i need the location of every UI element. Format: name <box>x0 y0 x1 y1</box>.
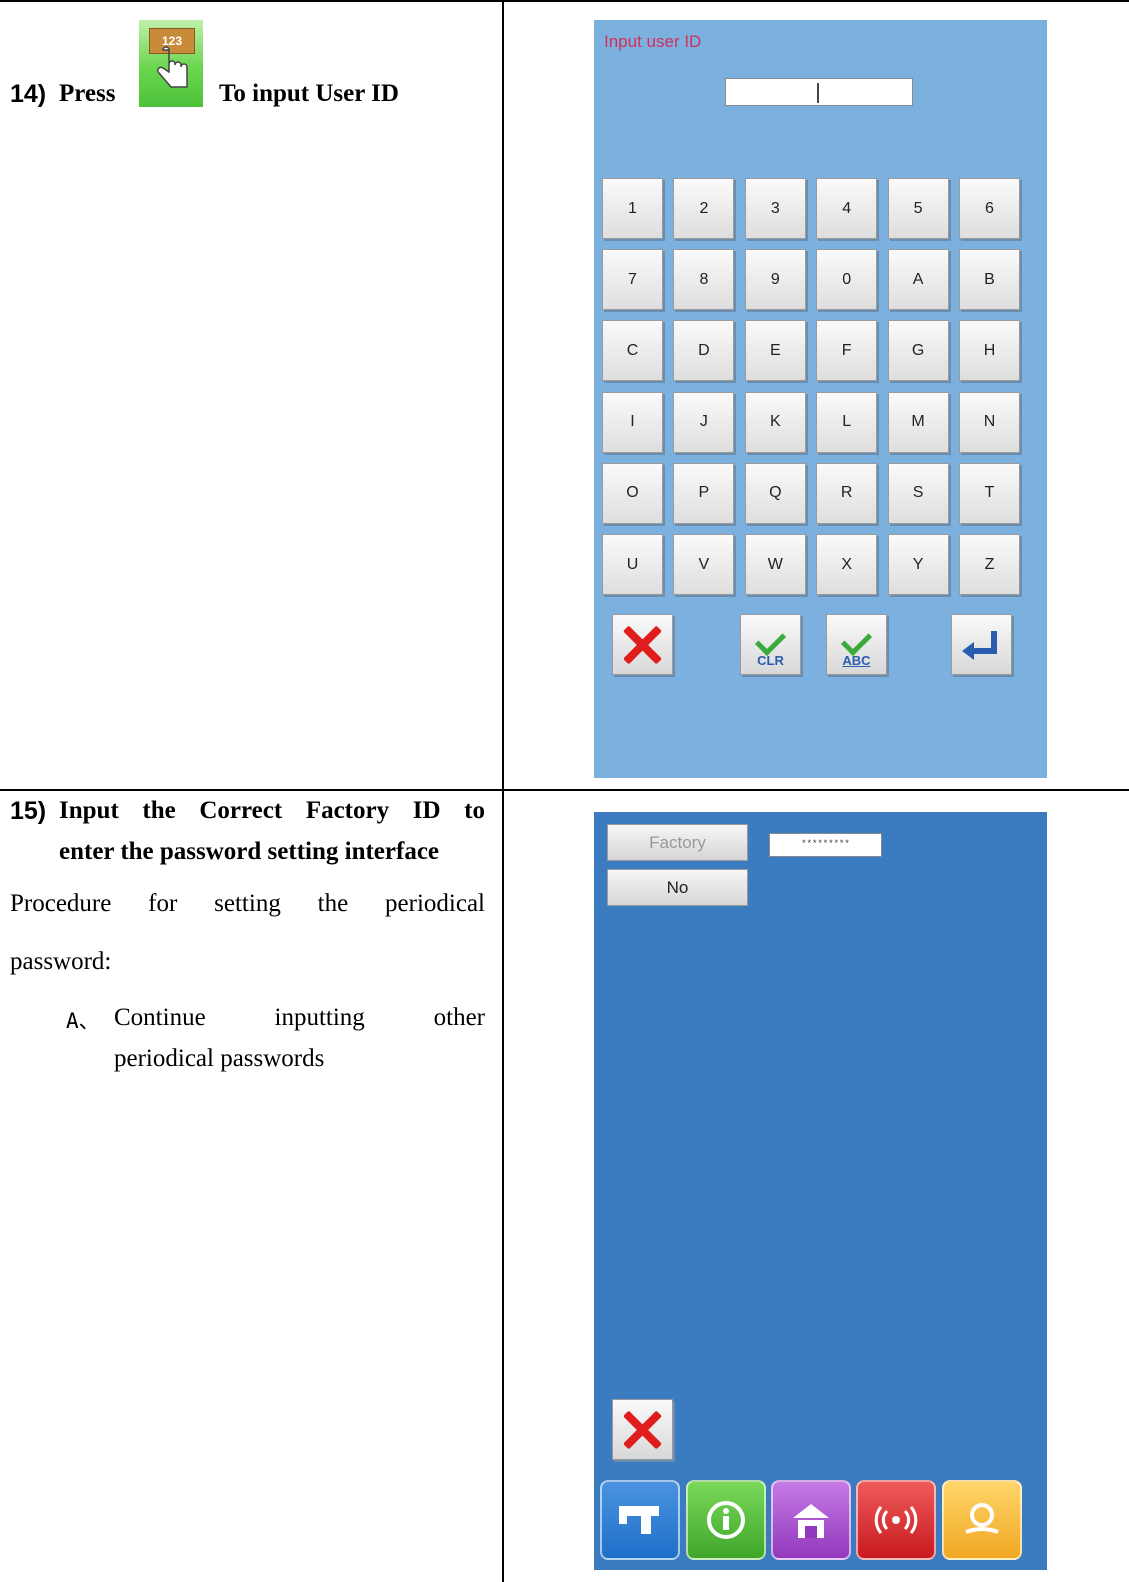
key-m[interactable]: M <box>887 391 949 453</box>
home-tab[interactable] <box>771 1480 851 1560</box>
search-icon <box>965 1503 999 1534</box>
procedure-text-line1: Procedure for setting the periodical <box>10 890 485 917</box>
key-d[interactable]: D <box>673 320 735 382</box>
table-row-divider <box>0 789 1129 791</box>
abc-mode-button[interactable]: ABC <box>826 614 887 675</box>
step-15-heading-line2: enter the password setting interface <box>59 838 440 865</box>
key-y[interactable]: Y <box>887 534 949 595</box>
key-q[interactable]: Q <box>744 462 806 524</box>
key-x[interactable]: X <box>816 534 878 595</box>
key-7[interactable]: 7 <box>602 249 663 311</box>
cancel-button[interactable] <box>612 1399 673 1460</box>
key-2[interactable]: 2 <box>673 178 735 239</box>
enter-icon <box>962 631 997 660</box>
table-border-top <box>0 0 1129 2</box>
wireless-tab[interactable] <box>856 1480 936 1560</box>
key-n[interactable]: N <box>959 391 1020 453</box>
key-r[interactable]: R <box>816 462 878 524</box>
key-1[interactable]: 1 <box>602 178 663 239</box>
key-l[interactable]: L <box>816 391 878 453</box>
search-tab[interactable] <box>942 1480 1022 1560</box>
key-8[interactable]: 8 <box>673 249 735 311</box>
procedure-text-line2: password: <box>10 948 112 975</box>
key-4[interactable]: 4 <box>816 178 878 239</box>
enter-button[interactable] <box>951 614 1012 675</box>
key-0[interactable]: 0 <box>816 249 878 311</box>
key-z[interactable]: Z <box>959 534 1020 595</box>
key-c[interactable]: C <box>602 320 663 382</box>
key-u[interactable]: U <box>602 534 663 595</box>
key-i[interactable]: I <box>602 391 663 453</box>
step-15-heading-line1: Input the Correct Factory ID to <box>59 797 485 824</box>
cancel-button[interactable] <box>612 614 673 675</box>
home-icon <box>793 1504 829 1538</box>
key-o[interactable]: O <box>602 462 663 524</box>
step-14-press: Press <box>59 80 116 107</box>
check-icon <box>754 624 787 657</box>
check-icon <box>840 624 873 657</box>
step-14-instruction: To input User ID <box>219 80 399 107</box>
sewing-machine-tab[interactable] <box>600 1480 680 1560</box>
item-text-line2: periodical passwords <box>114 1045 325 1072</box>
step-15-number: 15) <box>10 797 47 825</box>
key-s[interactable]: S <box>887 462 949 524</box>
key-j[interactable]: J <box>673 391 735 453</box>
screen-title: Input user ID <box>604 32 702 51</box>
key-a[interactable]: A <box>887 249 949 311</box>
item-text-line1: Continue inputting other <box>114 1004 485 1031</box>
step-14-number: 14) <box>10 80 47 108</box>
info-icon <box>707 1501 745 1539</box>
key-h[interactable]: H <box>959 320 1020 382</box>
wireless-icon <box>874 1506 918 1534</box>
text-caret <box>817 83 819 103</box>
key-9[interactable]: 9 <box>744 249 806 311</box>
key-p[interactable]: P <box>673 462 735 524</box>
key-k[interactable]: K <box>744 391 806 453</box>
clear-label: CLR <box>757 653 784 668</box>
item-marker: A、 <box>66 1009 100 1033</box>
key-b[interactable]: B <box>959 249 1020 311</box>
key-3[interactable]: 3 <box>744 178 806 239</box>
key-t[interactable]: T <box>959 462 1020 524</box>
no-button[interactable]: No <box>607 869 748 906</box>
clear-button[interactable]: CLR <box>740 614 801 675</box>
pointing-hand-icon <box>157 46 188 88</box>
input-user-id-screen: Input user ID 1234567890ABCDEFGHIJKLMNOP… <box>594 20 1047 778</box>
user-id-input[interactable] <box>725 78 913 106</box>
info-tab[interactable] <box>686 1480 766 1560</box>
key-w[interactable]: W <box>744 534 806 595</box>
key-f[interactable]: F <box>816 320 878 382</box>
sewing-machine-icon <box>619 1506 659 1534</box>
green-press-icon: 123 <box>139 20 203 107</box>
key-6[interactable]: 6 <box>959 178 1020 239</box>
abc-label: ABC <box>842 653 871 668</box>
key-g[interactable]: G <box>887 320 949 382</box>
key-5[interactable]: 5 <box>887 178 949 239</box>
key-e[interactable]: E <box>744 320 806 382</box>
key-v[interactable]: V <box>673 534 735 595</box>
factory-password-field[interactable]: ********* <box>769 833 882 857</box>
table-column-divider <box>502 0 504 1582</box>
factory-button[interactable]: Factory <box>607 824 748 861</box>
password-setting-screen: Factory ********* No <box>594 812 1047 1570</box>
